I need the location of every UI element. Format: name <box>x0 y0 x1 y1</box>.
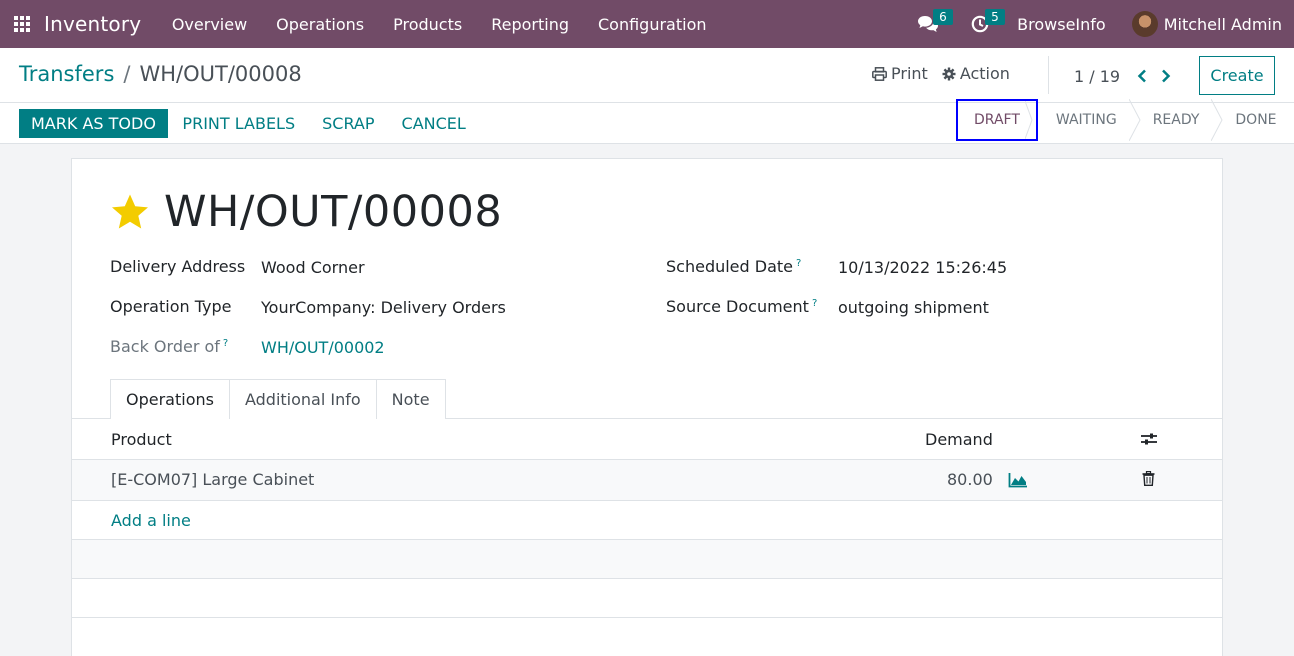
column-product[interactable]: Product <box>111 430 172 449</box>
control-panel: Transfers / WH/OUT/00008 Print Action 1 … <box>0 48 1294 144</box>
stage-draft[interactable]: DRAFT <box>956 99 1038 141</box>
chevron-divider-icon <box>1024 101 1037 143</box>
source-document-field[interactable]: outgoing shipment <box>838 298 989 317</box>
pager-value[interactable]: 1 / 19 <box>1074 67 1120 86</box>
status-bar: DRAFT WAITING READY DONE <box>956 99 1294 141</box>
activities-badge: 5 <box>985 9 1005 25</box>
breadcrumb: Transfers / WH/OUT/00008 <box>19 62 302 86</box>
source-document-label: Source Document? <box>666 297 817 316</box>
row-product[interactable]: [E-COM07] Large Cabinet <box>111 470 314 489</box>
print-button[interactable]: Print <box>872 64 928 83</box>
tab-additional-info[interactable]: Additional Info <box>229 379 377 419</box>
area-chart-icon[interactable] <box>1008 472 1028 488</box>
menu-reporting[interactable]: Reporting <box>477 15 584 34</box>
activities-button[interactable]: 5 <box>965 0 1005 48</box>
print-labels-button[interactable]: PRINT LABELS <box>169 114 309 133</box>
printer-icon <box>872 66 887 81</box>
notebook-tabs: Operations Additional Info Note <box>110 379 446 419</box>
scheduled-date-label: Scheduled Date? <box>666 257 801 276</box>
messages-badge: 6 <box>933 9 953 25</box>
source-document-label-text: Source Document <box>666 297 809 316</box>
menu-overview[interactable]: Overview <box>157 15 261 34</box>
company-switcher[interactable]: BrowseInfo <box>1017 15 1106 34</box>
form-sheet: WH/OUT/00008 Delivery Address Wood Corne… <box>71 158 1223 656</box>
menu-products[interactable]: Products <box>379 15 477 34</box>
stage-waiting[interactable]: WAITING <box>1038 99 1141 141</box>
optional-columns-icon[interactable] <box>1140 432 1158 446</box>
pager-next-button[interactable] <box>1154 64 1178 88</box>
create-button[interactable]: Create <box>1199 56 1275 95</box>
table-row[interactable]: [E-COM07] Large Cabinet 80.00 <box>72 460 1222 501</box>
row-demand[interactable]: 80.00 <box>947 470 993 489</box>
breadcrumb-current: WH/OUT/00008 <box>139 62 302 86</box>
delivery-address-label: Delivery Address <box>110 257 246 276</box>
empty-row <box>72 540 1222 579</box>
empty-row <box>72 579 1222 618</box>
stage-draft-label: DRAFT <box>974 112 1020 128</box>
column-demand[interactable]: Demand <box>925 430 993 449</box>
stage-ready[interactable]: READY <box>1135 99 1223 141</box>
gear-icon <box>942 67 956 80</box>
stage-ready-label: READY <box>1152 112 1200 128</box>
back-order-link[interactable]: WH/OUT/00002 <box>261 338 385 357</box>
action-label: Action <box>959 64 1010 83</box>
top-navbar: Inventory Overview Operations Products R… <box>0 0 1294 48</box>
stage-done[interactable]: DONE <box>1217 99 1294 141</box>
pager: 1 / 19 <box>1074 64 1178 88</box>
record-title[interactable]: WH/OUT/00008 <box>164 187 502 237</box>
tab-operations[interactable]: Operations <box>110 379 230 419</box>
back-order-label: Back Order of? <box>110 337 228 356</box>
table-header: Product Demand <box>72 419 1222 460</box>
menu-operations[interactable]: Operations <box>262 15 379 34</box>
menu-configuration[interactable]: Configuration <box>584 15 722 34</box>
divider <box>1048 56 1049 94</box>
scheduled-date-label-text: Scheduled Date <box>666 257 794 276</box>
cancel-button[interactable]: CANCEL <box>388 114 479 133</box>
messages-button[interactable]: 6 <box>913 0 953 48</box>
help-icon[interactable]: ? <box>796 258 801 269</box>
avatar <box>1131 11 1158 37</box>
operation-type-field[interactable]: YourCompany: Delivery Orders <box>261 298 506 317</box>
pager-previous-button[interactable] <box>1130 64 1154 88</box>
breadcrumb-transfers[interactable]: Transfers <box>19 62 114 86</box>
help-icon[interactable]: ? <box>812 298 817 309</box>
stage-waiting-label: WAITING <box>1055 112 1117 128</box>
chevron-right-icon <box>1162 69 1171 83</box>
delivery-address-field[interactable]: Wood Corner <box>261 258 365 277</box>
app-name[interactable]: Inventory <box>44 12 141 36</box>
add-line-button[interactable]: Add a line <box>111 511 191 530</box>
apps-menu-icon[interactable] <box>0 0 44 48</box>
print-label: Print <box>891 64 928 83</box>
back-order-label-text: Back Order of <box>110 337 220 356</box>
scrap-button[interactable]: SCRAP <box>309 114 388 133</box>
operation-type-label: Operation Type <box>110 297 232 316</box>
breadcrumb-separator: / <box>123 62 131 86</box>
help-icon[interactable]: ? <box>223 338 228 349</box>
action-button[interactable]: Action <box>942 64 1010 83</box>
chevron-left-icon <box>1137 69 1146 83</box>
trash-icon[interactable] <box>1142 471 1155 486</box>
add-line-row: Add a line <box>72 501 1222 540</box>
tab-note[interactable]: Note <box>376 379 446 419</box>
user-menu[interactable]: Mitchell Admin <box>1131 11 1282 37</box>
scheduled-date-field[interactable]: 10/13/2022 15:26:45 <box>838 258 1007 277</box>
stage-done-label: DONE <box>1235 112 1277 128</box>
user-name: Mitchell Admin <box>1163 14 1282 34</box>
mark-as-todo-button[interactable]: MARK AS TODO <box>19 109 168 138</box>
star-icon[interactable] <box>110 193 150 231</box>
